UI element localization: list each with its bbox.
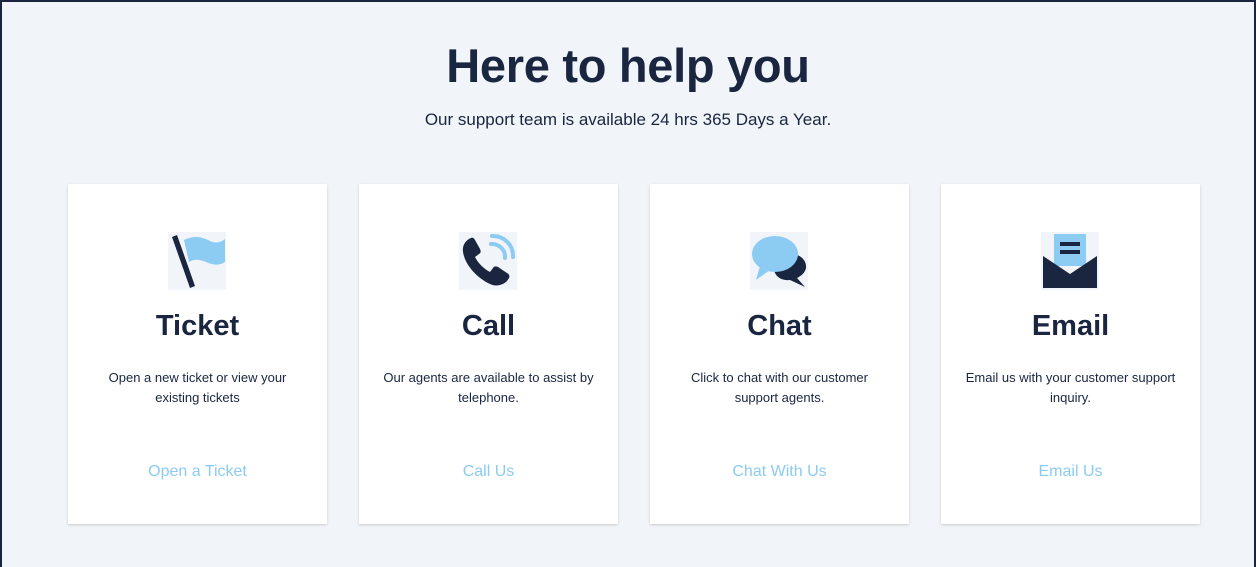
chat-bubbles-icon bbox=[750, 232, 808, 290]
call-card: Call Our agents are available to assist … bbox=[359, 184, 618, 524]
card-title: Chat bbox=[747, 310, 812, 342]
card-description: Click to chat with our customer support … bbox=[690, 370, 868, 405]
page-subtitle: Our support team is available 24 hrs 365… bbox=[424, 110, 832, 129]
help-section: Here to help you Our support team is ava… bbox=[0, 0, 1256, 567]
card-description: Email us with your customer support inqu… bbox=[965, 370, 1176, 405]
flag-icon bbox=[168, 232, 226, 290]
phone-icon bbox=[459, 232, 517, 290]
chat-card: Chat Click to chat with our customer sup… bbox=[650, 184, 909, 524]
card-title: Email bbox=[1031, 310, 1110, 342]
envelope-icon bbox=[1041, 232, 1099, 290]
open-ticket-link[interactable]: Open a Ticket bbox=[68, 460, 327, 484]
ticket-card: Ticket Open a new ticket or view your ex… bbox=[68, 184, 327, 524]
call-us-link[interactable]: Call Us bbox=[359, 460, 618, 484]
card-title: Ticket bbox=[155, 310, 240, 342]
email-card: Email Email us with your customer suppor… bbox=[941, 184, 1200, 524]
email-us-link[interactable]: Email Us bbox=[941, 460, 1200, 484]
card-title: Call bbox=[461, 310, 516, 342]
chat-with-us-link[interactable]: Chat With Us bbox=[650, 460, 909, 484]
card-description: Our agents are available to assist by te… bbox=[383, 370, 594, 405]
card-description: Open a new ticket or view your existing … bbox=[108, 370, 287, 405]
page-title: Here to help you bbox=[446, 39, 810, 92]
